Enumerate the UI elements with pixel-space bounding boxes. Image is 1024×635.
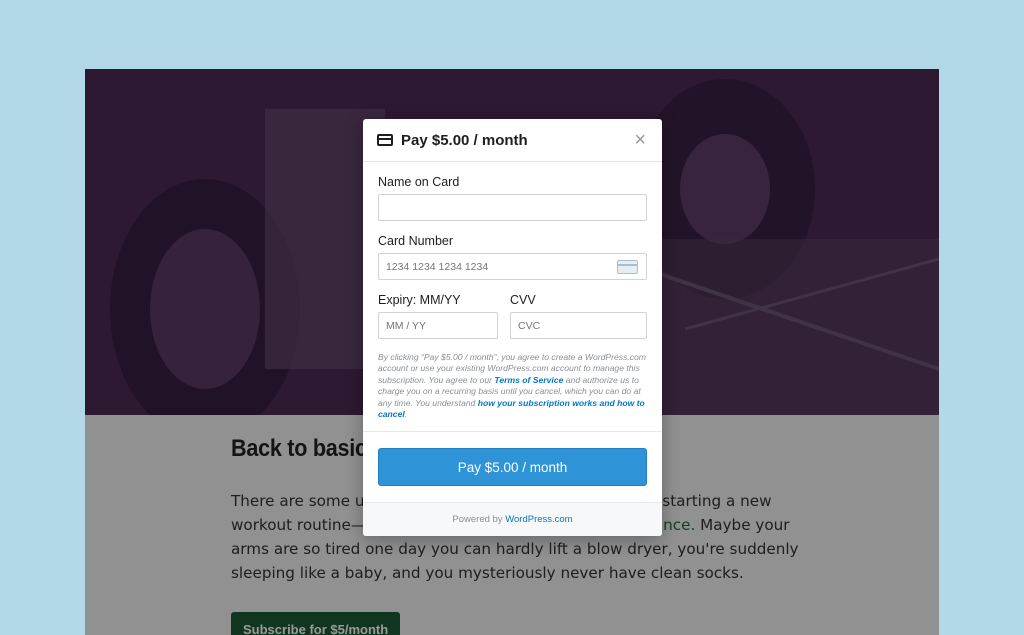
terms-of-service-link[interactable]: Terms of Service bbox=[494, 375, 563, 385]
modal-title: Pay $5.00 / month bbox=[401, 131, 528, 149]
card-brand-icon bbox=[617, 260, 638, 274]
pay-button[interactable]: Pay $5.00 / month bbox=[378, 448, 647, 486]
wordpress-link[interactable]: WordPress.com bbox=[505, 514, 572, 525]
divider bbox=[363, 431, 662, 432]
cvv-input[interactable] bbox=[510, 312, 647, 339]
card-number-label: Card Number bbox=[378, 234, 454, 248]
card-number-input[interactable] bbox=[378, 253, 647, 280]
name-on-card-label: Name on Card bbox=[378, 175, 460, 189]
close-icon[interactable]: × bbox=[634, 130, 646, 150]
payment-modal: Pay $5.00 / month × Name on Card Card Nu… bbox=[363, 119, 662, 536]
name-on-card-input[interactable] bbox=[378, 194, 647, 221]
powered-by-text: Powered by bbox=[452, 514, 506, 525]
modal-header: Pay $5.00 / month × bbox=[363, 119, 662, 162]
terms-text: By clicking “Pay $5.00 / month”, you agr… bbox=[378, 352, 648, 420]
credit-card-icon bbox=[377, 134, 393, 146]
expiry-label: Expiry: MM/YY bbox=[378, 293, 461, 307]
terms-text-part: . bbox=[404, 409, 408, 420]
expiry-input[interactable] bbox=[378, 312, 498, 339]
cvv-label: CVV bbox=[510, 293, 536, 307]
powered-by-footer: Powered by WordPress.com bbox=[363, 503, 662, 536]
